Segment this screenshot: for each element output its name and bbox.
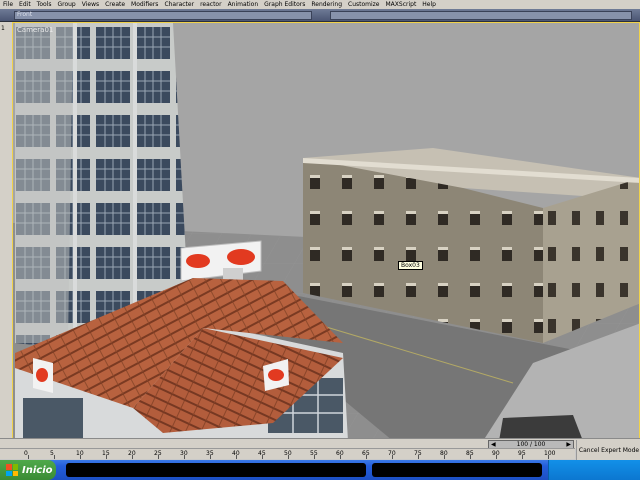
toolbar-field[interactable]: [14, 11, 312, 20]
toolbar-field-label: Front: [17, 11, 33, 18]
menu-item[interactable]: Customize: [345, 0, 383, 9]
menu-item[interactable]: Rendering: [308, 0, 345, 9]
object-tooltip: Box03: [398, 261, 423, 270]
start-button[interactable]: Inicio: [0, 460, 56, 480]
menu-item[interactable]: Help: [419, 0, 439, 9]
ruler-tick-mark: [28, 455, 29, 459]
ruler-tick-mark: [470, 455, 471, 459]
taskbar-item[interactable]: [66, 463, 366, 477]
ruler-tick-mark: [288, 455, 289, 459]
chevron-left-icon[interactable]: ◀: [491, 441, 496, 448]
menu-item[interactable]: Graph Editors: [261, 0, 308, 9]
ruler-tick-mark: [236, 455, 237, 459]
system-tray: [548, 460, 640, 480]
scene-render: [13, 23, 639, 439]
ruler-tick-mark: [132, 455, 133, 459]
timeline-ruler[interactable]: 0 5 10 15 20 25 30 35 40 45 50 55 60 65 70 75 80 85 90 95 10…: [0, 448, 575, 459]
ruler-tick-mark: [210, 455, 211, 459]
viewport-label[interactable]: Camera01: [17, 26, 53, 34]
menu-item[interactable]: Views: [79, 0, 102, 9]
cancel-expert-button[interactable]: Cancel Expert Mode: [576, 440, 640, 460]
ruler-tick-mark: [548, 455, 549, 459]
ruler-tick-mark: [522, 455, 523, 459]
ruler-tick-mark: [392, 455, 393, 459]
camera-viewport[interactable]: Camera01 Box03: [12, 22, 640, 440]
menu-bar: File Edit Tools Group Views Create Modifiers Ch…: [0, 0, 640, 9]
start-label: Inicio: [22, 464, 53, 476]
menu-item[interactable]: Tools: [34, 0, 55, 9]
ruler-tick-mark: [418, 455, 419, 459]
ruler-tick-mark: [158, 455, 159, 459]
menu-item[interactable]: File: [0, 0, 16, 9]
windows-logo-icon: [6, 464, 18, 476]
menu-item[interactable]: Animation: [225, 0, 262, 9]
chevron-right-icon[interactable]: ▶: [566, 441, 571, 448]
frame-counter: 100 / 100: [516, 441, 546, 448]
main-toolbar: Front: [0, 9, 640, 22]
menu-item[interactable]: MAXScript: [383, 0, 420, 9]
ruler-tick-mark: [314, 455, 315, 459]
taskbar-item[interactable]: [372, 463, 542, 477]
ruler-tick-mark: [80, 455, 81, 459]
menu-item[interactable]: Modifiers: [128, 0, 161, 9]
menu-item[interactable]: Create: [102, 0, 128, 9]
menu-item[interactable]: Group: [54, 0, 78, 9]
ruler-tick-mark: [54, 455, 55, 459]
menu-item[interactable]: Character: [161, 0, 197, 9]
toolbar-field-secondary[interactable]: [330, 11, 632, 20]
ruler-tick-mark: [366, 455, 367, 459]
ruler-tick-mark: [496, 455, 497, 459]
menu-item[interactable]: reactor: [197, 0, 225, 9]
windows-taskbar: Inicio: [0, 460, 640, 480]
ruler-tick-mark: [444, 455, 445, 459]
ruler-tick-mark: [106, 455, 107, 459]
ruler-tick-mark: [262, 455, 263, 459]
left-panel-label: 1: [1, 25, 5, 32]
ruler-tick-label: 100: [544, 450, 556, 457]
ruler-tick-mark: [184, 455, 185, 459]
menu-item[interactable]: Edit: [16, 0, 34, 9]
ruler-tick-mark: [340, 455, 341, 459]
